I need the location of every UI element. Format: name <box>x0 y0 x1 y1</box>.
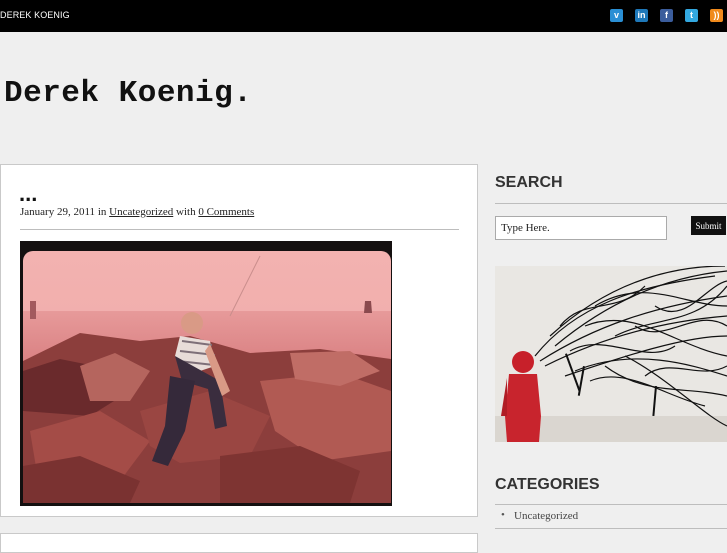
search-submit-button[interactable]: Submit <box>691 216 726 235</box>
linkedin-icon[interactable]: in <box>635 9 648 22</box>
search-divider <box>495 203 727 204</box>
post-title[interactable]: ... <box>19 182 37 206</box>
search-widget-title: SEARCH <box>495 174 563 191</box>
categories-list: Uncategorized <box>495 509 578 522</box>
rss-icon[interactable]: )) <box>710 9 723 22</box>
next-post-card <box>0 533 478 553</box>
category-link[interactable]: Uncategorized <box>109 206 173 218</box>
categories-widget-title: CATEGORIES <box>495 476 600 493</box>
post-meta: January 29, 2011 in Uncategorized with 0… <box>20 206 254 218</box>
post-in-text: in <box>97 206 107 218</box>
sidebar-featured-image[interactable] <box>495 266 727 442</box>
social-links: v in f t)) <box>610 9 727 22</box>
top-bar: DEREK KOENIG v in f t)) <box>0 0 727 32</box>
post-photo[interactable] <box>20 241 392 506</box>
comments-link[interactable]: 0 Comments <box>198 206 254 218</box>
site-title[interactable]: Derek Koenig. <box>4 76 252 111</box>
category-item[interactable]: Uncategorized <box>495 509 578 522</box>
header-site-name[interactable]: DEREK KOENIG <box>0 10 70 20</box>
twitter-icon[interactable]: t <box>685 9 698 22</box>
post-divider <box>20 229 459 230</box>
facebook-icon[interactable]: f <box>660 9 673 22</box>
categories-divider-top <box>495 504 727 505</box>
category-item-label[interactable]: Uncategorized <box>514 510 578 522</box>
categories-divider-bottom <box>495 528 727 529</box>
search-input[interactable] <box>495 216 667 240</box>
post-with-text: with <box>176 206 196 218</box>
vimeo-icon[interactable]: v <box>610 9 623 22</box>
post-date: January 29, 2011 <box>20 206 96 218</box>
